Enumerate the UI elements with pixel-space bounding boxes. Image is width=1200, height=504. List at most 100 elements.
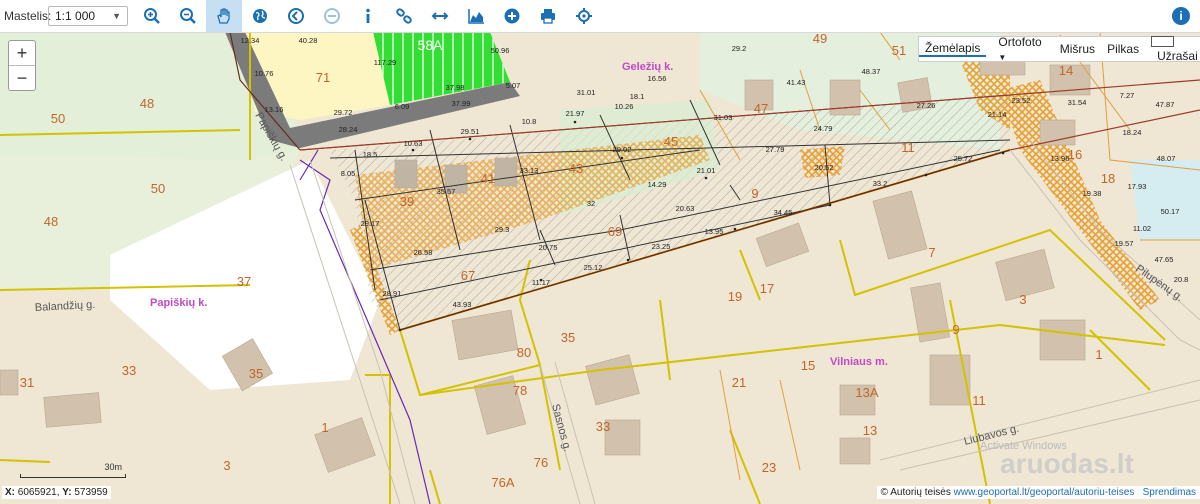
dimension-label: 48.07 — [1157, 154, 1176, 163]
print-icon[interactable] — [530, 0, 566, 32]
layer-ortofoto[interactable]: Ortofoto ▼ — [986, 35, 1053, 63]
parcel-number: 13 — [863, 423, 877, 438]
locate-crosshair-icon[interactable] — [566, 0, 602, 32]
solutions-link[interactable]: Sprendimas — [1143, 487, 1196, 498]
dimension-label: 29.2 — [732, 44, 747, 53]
dimension-label: 18.5 — [363, 150, 378, 159]
parcel-number: 41 — [481, 171, 495, 186]
dimension-label: 48.37 — [862, 67, 881, 76]
parcel-number: 9 — [751, 186, 758, 201]
dimension-label: 33.2 — [873, 179, 888, 188]
parcel-number: 50 — [51, 111, 65, 126]
parcel-number: 35 — [561, 330, 575, 345]
dimension-label: 25.12 — [584, 263, 603, 272]
parcel-number: 33 — [122, 363, 136, 378]
dimension-label: 20.63 — [676, 204, 695, 213]
dimension-label: 29.72 — [334, 108, 353, 117]
map-canvas[interactable]: 58A 71 48 50 50 48 49 51 14 47 45 43 41 … — [0, 32, 1200, 504]
parcel-number: 35 — [249, 366, 263, 381]
parcel-number: 7 — [928, 245, 935, 260]
parcel-number: 71 — [316, 70, 330, 85]
dimension-label: 10.76 — [255, 69, 274, 78]
dimension-label: 21.14 — [988, 110, 1007, 119]
parcel-number: 49 — [813, 32, 827, 46]
dimension-label: 17.93 — [1128, 182, 1147, 191]
zoom-control: + − — [8, 40, 36, 91]
layer-zemelapis[interactable]: Žemėlapis — [919, 41, 987, 57]
elevation-profile-icon[interactable] — [458, 0, 494, 32]
parcel-number: 19 — [728, 289, 742, 304]
scale-bar-label: 30m — [104, 462, 122, 472]
dimension-label: 10.63 — [404, 139, 423, 148]
x-value: 6065921 — [17, 487, 57, 498]
copyright-link[interactable]: www.geoportal.lt/geoportal/autoriu-teise… — [954, 487, 1135, 498]
dimension-label: 117.29 — [374, 58, 396, 67]
layer-misrus[interactable]: Mišrus — [1054, 42, 1101, 56]
parcel-number: 51 — [892, 43, 906, 58]
labels-toggle[interactable]: Užrašai — [1145, 35, 1200, 63]
measure-distance-icon[interactable] — [422, 0, 458, 32]
parcel-number: 69 — [608, 224, 622, 239]
parcel-number: 80 — [517, 345, 531, 360]
toolbar: Mastelis: 1:1 000 ▼ i — [0, 0, 1200, 33]
cadastral-map: 58A 71 48 50 50 48 49 51 14 47 45 43 41 … — [0, 32, 1200, 504]
next-extent-icon[interactable] — [314, 0, 350, 32]
site-watermark: aruodas.lt — [1000, 448, 1134, 479]
dimension-label: 23.25 — [652, 242, 671, 251]
dimension-label: 41.43 — [787, 78, 806, 87]
previous-extent-icon[interactable] — [278, 0, 314, 32]
layer-switcher: Žemėlapis Ortofoto ▼ Mišrus Pilkas Užraš… — [918, 35, 1200, 63]
x-label: X: — [5, 487, 15, 498]
dimension-label: 10.8 — [522, 117, 537, 126]
dimension-label: 20.8 — [1174, 275, 1189, 284]
zoom-in-button[interactable]: + — [9, 41, 35, 65]
parcel-number: 37 — [237, 274, 251, 289]
parcel-number: 17 — [760, 281, 774, 296]
dimension-label: 13.96 — [1051, 154, 1070, 163]
dimension-label: 7.27 — [1120, 91, 1135, 100]
locality-label: Vilniaus m. — [830, 356, 888, 368]
add-icon[interactable] — [494, 0, 530, 32]
parcel-number: 50 — [151, 181, 165, 196]
dimension-label: 18.24 — [1123, 128, 1142, 137]
identify-info-icon[interactable] — [350, 0, 386, 32]
parcel-number: 33 — [596, 419, 610, 434]
dimension-label: 28.91 — [383, 289, 402, 298]
parcel-number: 11 — [901, 140, 915, 155]
parcel-number: 76 — [534, 455, 548, 470]
zoom-out-button[interactable]: − — [9, 65, 35, 90]
zoom-out-tool-icon[interactable] — [170, 0, 206, 32]
checkbox-icon[interactable] — [1151, 36, 1175, 47]
help-info-icon[interactable]: i — [1172, 7, 1190, 25]
zoom-in-tool-icon[interactable] — [134, 0, 170, 32]
dimension-label: 25.72 — [954, 154, 973, 163]
parcel-number: 43 — [569, 161, 583, 176]
parcel-number: 48 — [44, 214, 58, 229]
parcel-number: 1 — [321, 420, 328, 435]
dimension-label: 40.28 — [299, 36, 318, 45]
pan-hand-tool-icon[interactable] — [206, 0, 242, 32]
dimension-label: 32 — [587, 199, 595, 208]
scale-select[interactable]: 1:1 000 ▼ — [48, 6, 128, 26]
dimension-label: 10.26 — [615, 102, 634, 111]
dimension-label: 29.02 — [613, 145, 632, 154]
layer-pilkas[interactable]: Pilkas — [1101, 42, 1145, 56]
dimension-label: 13.95 — [705, 227, 724, 236]
scale-value: 1:1 000 — [55, 9, 96, 23]
dimension-label: 37.99 — [452, 99, 471, 108]
globe-tool-icon[interactable] — [242, 0, 278, 32]
dimension-label: 43.93 — [453, 300, 472, 309]
dimension-label: 6.09 — [395, 102, 410, 111]
parcel-number: 78 — [513, 383, 527, 398]
dimension-label: 14.29 — [648, 180, 667, 189]
dimension-label: 24.79 — [814, 124, 833, 133]
dimension-label: 8.05 — [341, 169, 356, 178]
attribution: © Autorių teisės www.geoportal.lt/geopor… — [876, 486, 1200, 499]
parcel-number: 58A — [418, 37, 444, 53]
link-icon[interactable] — [386, 0, 422, 32]
dimension-label: 19.38 — [1083, 189, 1102, 198]
dimension-label: 16.56 — [648, 74, 667, 83]
dimension-label: 31.01 — [577, 88, 596, 97]
parcel-number: 16 — [1068, 147, 1082, 162]
dimension-label: 47.87 — [1156, 100, 1175, 109]
